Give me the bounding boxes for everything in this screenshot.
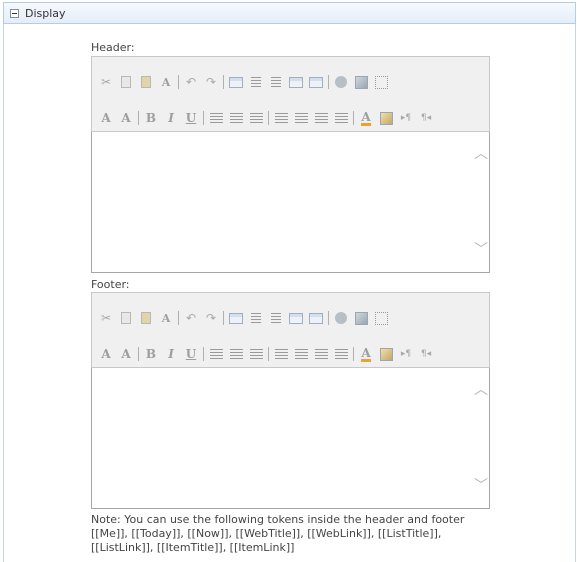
insert-table-icon[interactable] [226, 308, 246, 328]
bold-icon[interactable]: B [141, 344, 161, 364]
numbered-list-icon[interactable] [271, 108, 291, 128]
undo-icon[interactable]: ↶ [181, 308, 201, 328]
insert-table-icon[interactable] [226, 72, 246, 92]
font-color-glyph: A [361, 109, 371, 126]
toolbar-separator [268, 111, 269, 125]
increase-indent-icon[interactable] [331, 108, 351, 128]
cell-properties-icon[interactable] [306, 308, 326, 328]
insert-placeholder-icon[interactable] [371, 72, 391, 92]
insert-placeholder-icon[interactable] [371, 308, 391, 328]
copy-icon[interactable] [116, 72, 136, 92]
insert-image-icon[interactable] [351, 308, 371, 328]
increase-indent-icon[interactable] [331, 344, 351, 364]
cell-properties-icon[interactable] [306, 72, 326, 92]
display-section-header[interactable]: Display [3, 2, 576, 24]
decrease-indent-icon[interactable] [311, 344, 331, 364]
paste-icon[interactable] [136, 72, 156, 92]
footer-scrollbar[interactable]: ︿ ﹀ [471, 368, 489, 508]
footer-rich-text-editor: ✂ A ↶ ↷ A A B I U A ▸¶ ¶◂ ︿ ﹀ [91, 292, 490, 509]
cut-icon[interactable]: ✂ [96, 308, 116, 328]
toolbar-separator [353, 111, 354, 125]
footer-label: Footer: [91, 278, 130, 291]
undo-icon[interactable]: ↶ [181, 72, 201, 92]
insert-link-icon[interactable] [331, 72, 351, 92]
underline-icon[interactable]: U [181, 108, 201, 128]
rtl-icon[interactable]: ¶◂ [416, 108, 436, 128]
align-right-icon[interactable] [246, 108, 266, 128]
align-center-icon[interactable] [226, 344, 246, 364]
underline-icon[interactable]: U [181, 344, 201, 364]
insert-row-below-icon[interactable] [266, 72, 286, 92]
font-style-icon[interactable]: A [116, 344, 136, 364]
toolbar-separator [178, 311, 179, 325]
align-right-icon[interactable] [246, 344, 266, 364]
section-title: Display [25, 6, 66, 20]
bullet-list-icon[interactable] [291, 344, 311, 364]
font-size-icon[interactable]: A [96, 344, 116, 364]
toolbar-separator [178, 75, 179, 89]
align-left-icon[interactable] [206, 344, 226, 364]
insert-row-below-icon[interactable] [266, 308, 286, 328]
align-left-icon[interactable] [206, 108, 226, 128]
paste-icon[interactable] [136, 308, 156, 328]
decrease-indent-icon[interactable] [311, 108, 331, 128]
cut-icon[interactable]: ✂ [96, 72, 116, 92]
font-color-icon[interactable]: A [356, 344, 376, 364]
collapse-minus-icon[interactable] [10, 8, 19, 18]
toolbar-separator [138, 347, 139, 361]
insert-link-icon[interactable] [331, 308, 351, 328]
header-scrollbar[interactable]: ︿ ﹀ [471, 132, 489, 272]
spellcheck-icon[interactable]: A [156, 72, 176, 92]
footer-editor-toolbar: ✂ A ↶ ↷ A A B I U A ▸¶ ¶◂ [91, 292, 490, 368]
toolbar-separator [328, 311, 329, 325]
bold-icon[interactable]: B [141, 108, 161, 128]
insert-row-above-icon[interactable] [246, 72, 266, 92]
font-size-icon[interactable]: A [96, 108, 116, 128]
italic-icon[interactable]: I [161, 344, 181, 364]
toolbar-separator [138, 111, 139, 125]
header-textarea[interactable]: ︿ ﹀ [91, 132, 490, 273]
bullet-list-icon[interactable] [291, 108, 311, 128]
header-label: Header: [91, 41, 135, 54]
insert-image-icon[interactable] [351, 72, 371, 92]
header-editor-toolbar: ✂ A ↶ ↷ A A B I U A ▸¶ ¶◂ [91, 56, 490, 132]
toolbar-separator [203, 111, 204, 125]
scroll-down-icon[interactable]: ﹀ [474, 479, 488, 493]
toolbar-separator [203, 347, 204, 361]
insert-row-above-icon[interactable] [246, 308, 266, 328]
scroll-up-icon[interactable]: ︿ [474, 383, 488, 397]
spellcheck-icon[interactable]: A [156, 308, 176, 328]
rtl-icon[interactable]: ¶◂ [416, 344, 436, 364]
toolbar-separator [223, 311, 224, 325]
toolbar-separator [328, 75, 329, 89]
scroll-up-icon[interactable]: ︿ [474, 147, 488, 161]
redo-icon[interactable]: ↷ [201, 72, 221, 92]
toolbar-separator [223, 75, 224, 89]
ltr-icon[interactable]: ▸¶ [396, 108, 416, 128]
font-color-icon[interactable]: A [356, 108, 376, 128]
copy-icon[interactable] [116, 308, 136, 328]
table-properties-icon[interactable] [286, 72, 306, 92]
italic-icon[interactable]: I [161, 108, 181, 128]
align-center-icon[interactable] [226, 108, 246, 128]
scroll-down-icon[interactable]: ﹀ [474, 243, 488, 257]
redo-icon[interactable]: ↷ [201, 308, 221, 328]
highlight-color-icon[interactable] [376, 344, 396, 364]
footer-textarea[interactable]: ︿ ﹀ [91, 368, 490, 509]
toolbar-separator [268, 347, 269, 361]
highlight-color-icon[interactable] [376, 108, 396, 128]
numbered-list-icon[interactable] [271, 344, 291, 364]
table-properties-icon[interactable] [286, 308, 306, 328]
header-rich-text-editor: ✂ A ↶ ↷ A A B I U A ▸¶ ¶◂ ︿ ﹀ [91, 56, 490, 273]
tokens-note: Note: You can use the following tokens i… [91, 513, 465, 554]
ltr-icon[interactable]: ▸¶ [396, 344, 416, 364]
font-color-glyph: A [361, 345, 371, 362]
toolbar-separator [353, 347, 354, 361]
font-style-icon[interactable]: A [116, 108, 136, 128]
